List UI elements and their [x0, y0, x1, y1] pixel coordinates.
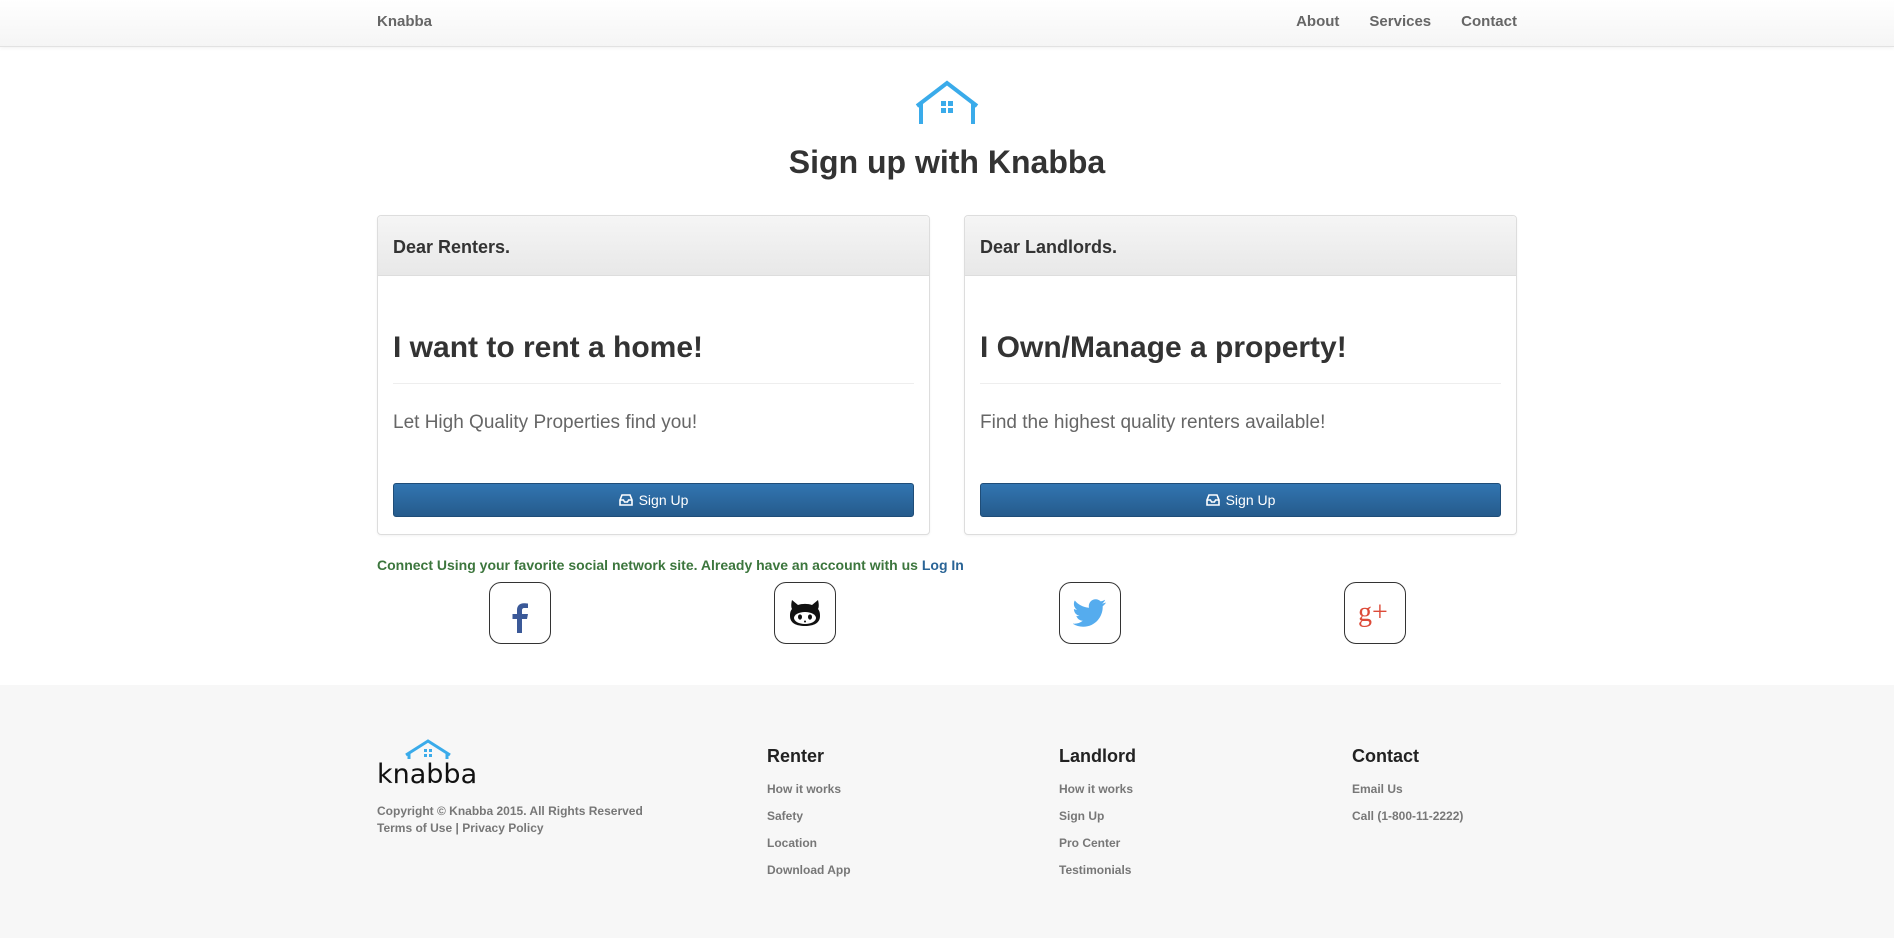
page-title: Sign up with Knabba: [788, 144, 1106, 180]
twitter-button[interactable]: [1058, 582, 1121, 644]
footer-link[interactable]: Location: [767, 836, 817, 850]
footer-logo: knabba: [377, 737, 487, 792]
login-link[interactable]: Log In: [922, 557, 964, 573]
copyright-block: Copyright © Knabba 2015. All Rights Rese…: [377, 803, 643, 837]
nav-about[interactable]: About: [1296, 13, 1339, 30]
terms-link[interactable]: Terms of Use: [377, 821, 452, 835]
svg-text:knabba: knabba: [377, 759, 477, 787]
github-button[interactable]: [773, 582, 836, 644]
nav-links: About Services Contact: [1296, 13, 1517, 30]
knabba-logo-icon: knabba: [377, 739, 477, 790]
link-separator: |: [455, 821, 459, 835]
footer-landlord-title: Landlord: [1059, 746, 1136, 766]
footer-link[interactable]: Pro Center: [1059, 836, 1120, 850]
brand-link[interactable]: Knabba: [377, 13, 432, 30]
main-content: Sign up with Knabba Dear Renters. I want…: [377, 80, 1517, 644]
copyright-text: Copyright © Knabba 2015. All Rights Rese…: [377, 804, 643, 818]
footer-link[interactable]: Sign Up: [1059, 809, 1104, 823]
svg-text:g+: g+: [1358, 597, 1388, 628]
signup-button-label: Sign Up: [638, 492, 689, 508]
landlord-card: Dear Landlords. I Own/Manage a property!…: [964, 215, 1517, 535]
nav-contact[interactable]: Contact: [1461, 13, 1517, 30]
footer-contact-title: Contact: [1352, 746, 1419, 766]
inbox-icon: [618, 494, 633, 506]
footer-link[interactable]: Safety: [767, 809, 803, 823]
google-plus-button[interactable]: g+: [1343, 582, 1406, 644]
twitter-icon: [1072, 599, 1106, 627]
privacy-link[interactable]: Privacy Policy: [462, 821, 543, 835]
footer: knabba Copyright © Knabba 2015. All Righ…: [0, 685, 1894, 938]
social-buttons: g+: [377, 582, 1517, 644]
footer-link[interactable]: Call (1-800-11-2222): [1352, 809, 1463, 823]
inbox-icon: [1205, 494, 1220, 506]
google-plus-icon: g+: [1358, 597, 1388, 628]
landlord-signup-button[interactable]: Sign Up: [980, 483, 1501, 517]
renter-card: Dear Renters. I want to rent a home! Let…: [377, 215, 930, 535]
landlord-card-heading: I Own/Manage a property!: [980, 331, 1347, 364]
footer-contact-column: Contact Email Us Call (1-800-11-2222): [1352, 746, 1463, 830]
divider: [393, 383, 914, 384]
github-icon: [789, 600, 820, 626]
divider: [980, 383, 1501, 384]
renter-card-header: Dear Renters.: [378, 216, 929, 276]
renter-card-heading: I want to rent a home!: [393, 331, 704, 364]
signup-cards: Dear Renters. I want to rent a home! Let…: [377, 215, 1517, 535]
landlord-card-header: Dear Landlords.: [965, 216, 1516, 276]
facebook-button[interactable]: [488, 582, 551, 644]
footer-link[interactable]: Testimonials: [1059, 863, 1131, 877]
connect-text: Connect Using your favorite social netwo…: [377, 557, 918, 573]
signup-button-label: Sign Up: [1225, 492, 1276, 508]
footer-landlord-column: Landlord How it works Sign Up Pro Center…: [1059, 746, 1136, 884]
facebook-icon: [512, 603, 528, 633]
renter-signup-button[interactable]: Sign Up: [393, 483, 914, 517]
footer-link[interactable]: How it works: [1059, 782, 1133, 796]
house-icon: [915, 80, 979, 124]
footer-link[interactable]: Download App: [767, 863, 851, 877]
footer-renter-column: Renter How it works Safety Location Down…: [767, 746, 851, 884]
footer-link[interactable]: How it works: [767, 782, 841, 796]
renter-card-text: Let High Quality Properties find you!: [393, 412, 698, 433]
connect-message: Connect Using your favorite social netwo…: [377, 557, 1517, 573]
landlord-card-text: Find the highest quality renters availab…: [980, 412, 1326, 433]
top-navbar: Knabba About Services Contact: [0, 0, 1894, 47]
nav-services[interactable]: Services: [1369, 13, 1431, 30]
footer-link[interactable]: Email Us: [1352, 782, 1403, 796]
footer-renter-title: Renter: [767, 746, 825, 766]
